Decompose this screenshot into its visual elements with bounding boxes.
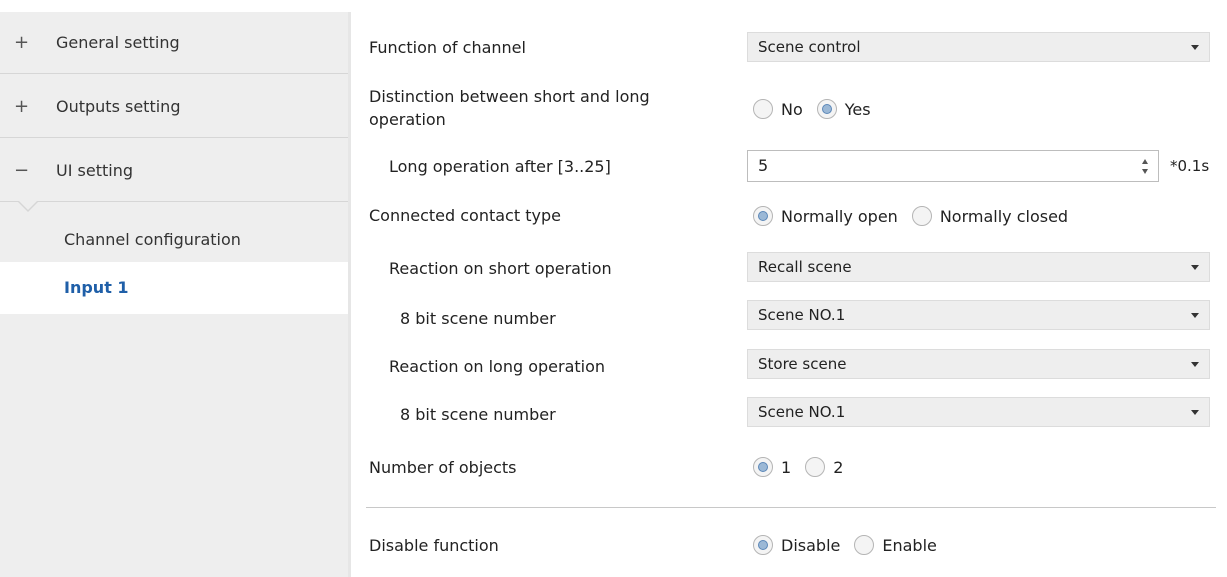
sidebar-item-label: UI setting xyxy=(56,161,133,180)
disable-function-radio-group: Disable Enable xyxy=(753,533,951,557)
panel-divider xyxy=(348,12,351,577)
expand-icon: + xyxy=(14,96,30,117)
chevron-down-icon xyxy=(1191,265,1199,270)
radio-circle[interactable] xyxy=(753,99,773,119)
top-border xyxy=(0,0,1227,12)
radio-1[interactable]: 1 xyxy=(753,457,791,477)
chevron-down-icon xyxy=(1191,45,1199,50)
contact-type-label: Connected contact type xyxy=(369,206,561,225)
select-value: Store scene xyxy=(758,355,847,373)
function-of-channel-select[interactable]: Scene control xyxy=(747,32,1210,62)
radio-label: Normally closed xyxy=(939,206,1069,226)
scene-number-short-select[interactable]: Scene NO.1 xyxy=(747,300,1210,330)
radio-label: 2 xyxy=(833,457,844,477)
radio-label: 1 xyxy=(781,457,792,477)
sidebar-item-outputs-setting[interactable]: + Outputs setting xyxy=(0,76,348,138)
scene-number-long-label: 8 bit scene number xyxy=(400,405,556,424)
sidebar-item-label: General setting xyxy=(56,33,180,52)
reaction-long-label: Reaction on long operation xyxy=(389,357,606,376)
scene-number-long-select[interactable]: Scene NO.1 xyxy=(747,397,1210,427)
select-value: Scene NO.1 xyxy=(758,403,846,421)
radio-label: No xyxy=(781,99,803,119)
reaction-long-select[interactable]: Store scene xyxy=(747,349,1210,379)
sidebar-item-ui-setting[interactable]: − UI setting xyxy=(0,140,348,202)
distinction-label-line1: Distinction between short and long xyxy=(369,87,650,106)
number-of-objects-radio-group: 1 2 xyxy=(753,455,857,479)
long-operation-label: Long operation after [3..25] xyxy=(389,157,611,176)
radio-circle[interactable] xyxy=(854,535,875,555)
radio-circle[interactable] xyxy=(805,457,826,477)
spin-up-icon[interactable] xyxy=(1142,159,1148,164)
number-of-objects-label: Number of objects xyxy=(369,458,517,477)
reaction-short-label: Reaction on short operation xyxy=(389,259,612,278)
radio-circle[interactable] xyxy=(911,206,932,226)
radio-circle-selected[interactable] xyxy=(753,457,773,477)
collapse-icon: − xyxy=(14,160,30,181)
chevron-down-icon xyxy=(1191,410,1199,415)
radio-yes[interactable]: Yes xyxy=(816,99,871,119)
radio-no[interactable]: No xyxy=(753,99,803,119)
function-of-channel-label: Function of channel xyxy=(369,38,526,57)
reaction-short-select[interactable]: Recall scene xyxy=(747,252,1210,282)
sidebar-item-label: Input 1 xyxy=(64,278,129,297)
radio-label: Disable xyxy=(781,535,841,555)
spin-down-icon[interactable] xyxy=(1142,169,1148,174)
radio-2[interactable]: 2 xyxy=(805,457,843,477)
radio-enable[interactable]: Enable xyxy=(854,535,937,555)
scene-number-short-label: 8 bit scene number xyxy=(400,309,556,328)
radio-normally-closed[interactable]: Normally closed xyxy=(911,206,1069,226)
expand-icon: + xyxy=(14,32,30,53)
chevron-down-icon xyxy=(1191,362,1199,367)
radio-circle-selected[interactable] xyxy=(753,206,773,226)
sidebar-item-channel-configuration[interactable]: Channel configuration xyxy=(0,214,348,266)
sidebar-item-label: Outputs setting xyxy=(56,97,181,116)
radio-circle-selected[interactable] xyxy=(753,535,773,555)
tree-pointer-fill xyxy=(19,201,37,210)
spinbox-value: 5 xyxy=(758,156,769,175)
distinction-label-line2: operation xyxy=(369,110,446,129)
radio-circle-selected[interactable] xyxy=(816,99,837,119)
radio-label: Normally open xyxy=(781,206,898,226)
long-operation-spinbox[interactable]: 5 xyxy=(747,150,1159,182)
sidebar: + General setting + Outputs setting − UI… xyxy=(0,12,349,577)
disable-function-label: Disable function xyxy=(369,536,499,555)
radio-label: Yes xyxy=(844,99,871,119)
select-value: Scene control xyxy=(758,38,861,56)
radio-disable[interactable]: Disable xyxy=(753,535,840,555)
radio-normally-open[interactable]: Normally open xyxy=(753,206,898,226)
radio-label: Enable xyxy=(882,535,937,555)
sidebar-item-input-1[interactable]: Input 1 xyxy=(0,262,349,314)
sidebar-item-general-setting[interactable]: + General setting xyxy=(0,12,348,74)
select-value: Scene NO.1 xyxy=(758,306,846,324)
select-value: Recall scene xyxy=(758,258,852,276)
chevron-down-icon xyxy=(1191,313,1199,318)
section-divider xyxy=(366,507,1216,508)
distinction-radio-group: No Yes xyxy=(753,97,885,121)
long-operation-unit: *0.1s xyxy=(1170,157,1210,175)
contact-type-radio-group: Normally open Normally closed xyxy=(753,204,1082,228)
sidebar-item-label: Channel configuration xyxy=(64,230,241,249)
